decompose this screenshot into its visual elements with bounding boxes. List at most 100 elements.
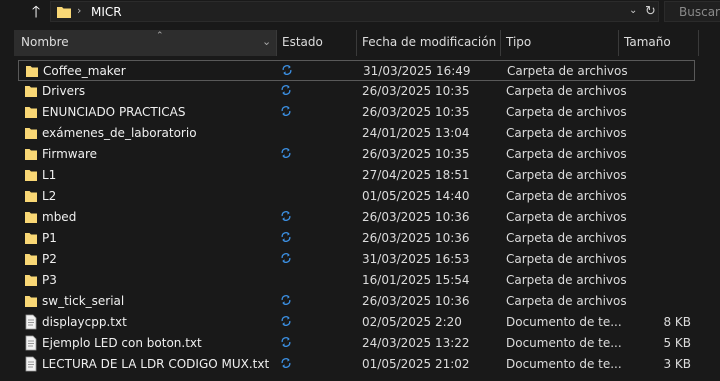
modified-date: 16/01/2025 15:54: [362, 273, 470, 287]
folder-icon: [25, 86, 37, 97]
modified-date: 24/03/2025 13:22: [362, 336, 470, 350]
file-row[interactable]: Ejemplo LED con boton.txt 24/03/2025 13:2…: [18, 333, 695, 354]
text-file-icon: [25, 314, 37, 330]
file-name: ENUNCIADO PRACTICAS: [42, 105, 186, 119]
folder-icon: [25, 149, 37, 160]
sync-icon: [281, 106, 291, 116]
breadcrumb-separator: ›: [77, 4, 82, 17]
folder-row[interactable]: sw_tick_serial 26/03/2025 10:36 Carpeta de…: [18, 291, 695, 312]
sort-ascending-icon: ⌃: [156, 31, 164, 41]
search-placeholder: Buscar e: [679, 5, 720, 19]
file-name: Coffee_maker: [43, 64, 126, 78]
column-header-status[interactable]: Estado: [276, 30, 356, 56]
text-file-icon: [25, 335, 37, 351]
folder-row[interactable]: P2 31/03/2025 16:53 Carpeta de archivos: [18, 249, 695, 270]
modified-date: 26/03/2025 10:36: [362, 294, 470, 308]
modified-date: 26/03/2025 10:35: [362, 105, 470, 119]
modified-date: 26/03/2025 10:36: [362, 231, 470, 245]
file-name: mbed: [42, 210, 77, 224]
sync-icon: [281, 337, 291, 347]
modified-date: 24/01/2025 13:04: [362, 126, 470, 140]
file-type: Carpeta de archivos: [506, 231, 627, 245]
file-type: Documento de te...: [506, 336, 622, 350]
sync-icon: [282, 65, 292, 75]
sync-icon: [281, 211, 291, 221]
sync-icon: [281, 358, 291, 368]
folder-icon: [25, 212, 37, 223]
file-row[interactable]: LECTURA DE LA LDR CODIGO MUX.txt 01/05/20…: [18, 354, 695, 375]
sync-icon: [281, 295, 291, 305]
modified-date: 26/03/2025 10:35: [362, 147, 470, 161]
breadcrumb-location[interactable]: MICR: [91, 5, 122, 19]
folder-row[interactable]: L1 27/04/2025 18:51 Carpeta de archivos: [18, 165, 695, 186]
up-arrow-icon[interactable]: 🡑: [26, 2, 46, 22]
folder-icon: [25, 254, 37, 265]
file-type: Carpeta de archivos: [506, 147, 627, 161]
modified-date: 27/04/2025 18:51: [362, 168, 470, 182]
file-name: exámenes_de_laboratorio: [42, 126, 197, 140]
folder-icon: [57, 7, 71, 18]
file-type: Carpeta de archivos: [506, 105, 627, 119]
modified-date: 31/03/2025 16:53: [362, 252, 470, 266]
refresh-icon[interactable]: ↻: [645, 4, 656, 19]
file-name: Drivers: [42, 84, 86, 98]
file-type: Carpeta de archivos: [506, 84, 627, 98]
folder-icon: [25, 107, 37, 118]
file-name: sw_tick_serial: [42, 294, 125, 308]
file-name: P2: [42, 252, 57, 266]
file-size: 3 KB: [663, 357, 691, 371]
folder-row[interactable]: ENUNCIADO PRACTICAS 26/03/2025 10:35 Carpe…: [18, 102, 695, 123]
search-input[interactable]: Buscar e: [664, 1, 720, 22]
column-header-size[interactable]: Tamaño: [618, 30, 698, 56]
column-name-label: Nombre: [21, 35, 69, 49]
file-name: LECTURA DE LA LDR CODIGO MUX.txt: [42, 357, 270, 371]
modified-date: 01/05/2025 21:02: [362, 357, 470, 371]
file-name: L1: [42, 168, 57, 182]
sync-icon: [281, 148, 291, 158]
folder-row[interactable]: Drivers 26/03/2025 10:35 Carpeta de archiv…: [18, 81, 695, 102]
modified-date: 01/05/2025 14:40: [362, 189, 470, 203]
column-type-label: Tipo: [506, 35, 532, 49]
file-name: P3: [42, 273, 57, 287]
folder-row[interactable]: Coffee_maker 31/03/2025 16:49 Carpeta de a…: [18, 60, 695, 81]
file-type: Carpeta de archivos: [506, 126, 627, 140]
chevron-down-icon[interactable]: ⌄: [629, 5, 637, 16]
folder-row[interactable]: mbed 26/03/2025 10:36 Carpeta de archivos: [18, 207, 695, 228]
chevron-down-icon[interactable]: ⌄: [262, 30, 271, 54]
file-row[interactable]: displaycpp.txt 02/05/2025 2:20 Documento d…: [18, 312, 695, 333]
file-type: Carpeta de archivos: [506, 210, 627, 224]
file-type: Carpeta de archivos: [507, 64, 628, 78]
file-type: Carpeta de archivos: [506, 189, 627, 203]
folder-row[interactable]: Firmware 26/03/2025 10:35 Carpeta de archi…: [18, 144, 695, 165]
modified-date: 26/03/2025 10:35: [362, 84, 470, 98]
file-type: Carpeta de archivos: [506, 273, 627, 287]
address-bar[interactable]: › MICR ⌄ ↻: [50, 1, 659, 22]
file-name: displaycpp.txt: [42, 315, 127, 329]
file-name: Ejemplo LED con boton.txt: [42, 336, 202, 350]
column-size-label: Tamaño: [624, 35, 671, 49]
folder-icon: [25, 170, 37, 181]
file-type: Documento de te...: [506, 357, 622, 371]
file-size: 8 KB: [663, 315, 691, 329]
sync-icon: [281, 316, 291, 326]
folder-row[interactable]: L2 01/05/2025 14:40 Carpeta de archivos: [18, 186, 695, 207]
folder-row[interactable]: exámenes_de_laboratorio 24/01/2025 13:04 C…: [18, 123, 695, 144]
file-name: P1: [42, 231, 57, 245]
modified-date: 02/05/2025 2:20: [362, 315, 462, 329]
column-header-type[interactable]: Tipo: [500, 30, 618, 56]
file-name: L2: [42, 189, 57, 203]
folder-row[interactable]: P3 16/01/2025 15:54 Carpeta de archivos: [18, 270, 695, 291]
folder-icon: [25, 275, 37, 286]
file-type: Carpeta de archivos: [506, 294, 627, 308]
column-header-modified[interactable]: Fecha de modificación: [356, 30, 500, 56]
folder-row[interactable]: P1 26/03/2025 10:36 Carpeta de archivos: [18, 228, 695, 249]
file-name: Firmware: [42, 147, 97, 161]
column-divider[interactable]: [698, 30, 699, 56]
file-type: Documento de te...: [506, 315, 622, 329]
column-header-name[interactable]: Nombre ⌃ ⌄: [14, 30, 276, 56]
file-type: Carpeta de archivos: [506, 252, 627, 266]
address-toolbar: 🡑 › MICR ⌄ ↻ Buscar e: [0, 0, 720, 24]
column-status-label: Estado: [282, 35, 323, 49]
sync-icon: [281, 85, 291, 95]
file-type: Carpeta de archivos: [506, 168, 627, 182]
